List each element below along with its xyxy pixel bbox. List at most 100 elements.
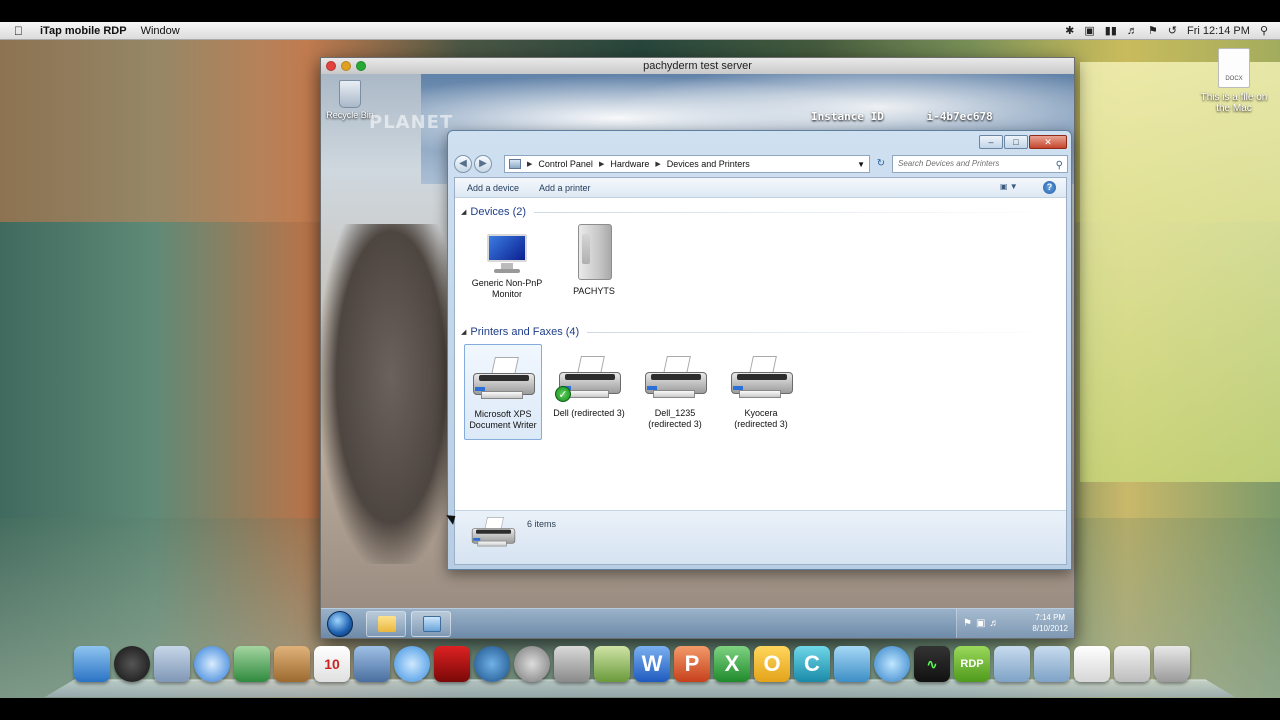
dock-icons: 10 W P X O C ∿ RDP (74, 646, 1190, 682)
docx-badge: DOCX (1225, 76, 1243, 82)
volume-icon[interactable]: ♬ (1127, 25, 1138, 37)
printer-label: Microsoft XPS Document Writer (469, 409, 537, 430)
rdp-titlebar[interactable]: pachyderm test server (321, 58, 1074, 74)
lync-icon[interactable] (834, 646, 870, 682)
keyboard-icon[interactable] (1114, 646, 1150, 682)
facetime-icon[interactable] (234, 646, 270, 682)
system-preferences-icon[interactable] (514, 646, 550, 682)
collapse-icon[interactable]: ◢ (461, 328, 466, 336)
spotlight-icon[interactable]: ⚲ (1260, 24, 1268, 37)
chevron-right-icon[interactable]: ▶ (655, 160, 660, 168)
group-divider (534, 211, 1057, 213)
flag-icon[interactable]: ⚑ (1148, 24, 1158, 37)
default-printer-check-icon: ✓ (555, 386, 571, 402)
close-button[interactable]: ✕ (1029, 135, 1067, 149)
dashboard-icon[interactable] (114, 646, 150, 682)
printer-dell-1235[interactable]: Dell_1235 (redirected 3) (636, 356, 714, 430)
maximize-button[interactable]: □ (1004, 135, 1028, 149)
taskbar-clock[interactable]: 7:14 PM 8/10/2012 (1032, 612, 1068, 634)
powerpoint-icon[interactable]: P (674, 646, 710, 682)
installer-icon[interactable] (554, 646, 590, 682)
taskbar-explorer-button[interactable] (366, 611, 406, 637)
help-icon[interactable]: ? (1043, 181, 1056, 194)
taskbar-devices-button[interactable] (411, 611, 451, 637)
forward-button[interactable]: ▶ (474, 155, 492, 173)
app-menu[interactable]: iTap mobile RDP (40, 25, 127, 37)
collapse-icon[interactable]: ◢ (461, 208, 466, 216)
desktop-docx-file[interactable]: DOCX This is a file on the Mac (1196, 48, 1272, 114)
minimize-icon[interactable] (341, 61, 351, 71)
printer-label: Kyocera (redirected 3) (734, 408, 788, 429)
windows-taskbar: ⚑▣♬ 7:14 PM 8/10/2012 (321, 608, 1074, 638)
breadcrumb-devices-printers[interactable]: Devices and Printers (667, 159, 750, 169)
time-machine-icon[interactable] (474, 646, 510, 682)
itunes-icon[interactable] (394, 646, 430, 682)
mac-menubar:  iTap mobile RDP Window ✱ ▣ ▮▮ ♬ ⚑ ↺ Fr… (0, 22, 1280, 40)
printer-dell[interactable]: ✓ Dell (redirected 3) (550, 356, 628, 419)
folder-icon[interactable] (994, 646, 1030, 682)
file-icon[interactable] (1074, 646, 1110, 682)
printer-kyocera[interactable]: Kyocera (redirected 3) (722, 356, 800, 430)
display-icon[interactable]: ▣ (1084, 24, 1094, 37)
details-pane: 6 items (455, 510, 1066, 564)
photobooth-icon[interactable] (434, 646, 470, 682)
breadcrumb-hardware[interactable]: Hardware (610, 159, 649, 169)
tray-icons[interactable]: ⚑▣♬ (963, 618, 1003, 629)
instance-label: Instance ID (811, 110, 884, 123)
devices-group-header[interactable]: ◢ Devices (2) (461, 206, 1057, 218)
devices-printers-icon (469, 517, 516, 547)
preview-icon[interactable] (154, 646, 190, 682)
network-icon[interactable] (874, 646, 910, 682)
devices-group-title: Devices (2) (470, 206, 527, 218)
finder-icon[interactable] (74, 646, 110, 682)
recycle-bin[interactable]: Recycle Bin (325, 80, 375, 120)
add-printer-button[interactable]: Add a printer (539, 183, 591, 193)
address-bar[interactable]: ▶ Control Panel ▶ Hardware ▶ Devices and… (504, 155, 870, 173)
back-button[interactable]: ◀ (454, 155, 472, 173)
item-count: 6 items (527, 519, 557, 529)
search-input[interactable]: Search Devices and Printers ⚲ (892, 155, 1068, 173)
word-icon[interactable]: W (634, 646, 670, 682)
apple-menu-icon[interactable]:  (14, 24, 26, 38)
docx-file-label: This is a file on the Mac (1200, 92, 1268, 114)
printer-icon (469, 357, 537, 405)
iphoto-icon[interactable] (354, 646, 390, 682)
device-generic-monitor[interactable]: Generic Non-PnP Monitor (468, 224, 546, 300)
start-button[interactable] (327, 611, 353, 637)
address-book-icon[interactable] (274, 646, 310, 682)
window-menu[interactable]: Window (141, 25, 180, 37)
taskbar-date: 8/10/2012 (1032, 624, 1068, 633)
printer-icon (641, 356, 709, 404)
printers-group-header[interactable]: ◢ Printers and Faxes (4) (461, 326, 1057, 338)
breadcrumb-control-panel[interactable]: Control Panel (538, 159, 593, 169)
rdp-icon[interactable]: RDP (954, 646, 990, 682)
printer-microsoft-xps[interactable]: Microsoft XPS Document Writer (464, 344, 542, 440)
refresh-button[interactable]: ↻ (874, 155, 888, 173)
chevron-right-icon[interactable]: ▶ (527, 160, 532, 168)
ical-icon[interactable]: 10 (314, 646, 350, 682)
documents-icon[interactable] (1034, 646, 1070, 682)
battery-icon[interactable]: ▮▮ (1105, 24, 1117, 37)
activity-monitor-icon[interactable]: ∿ (914, 646, 950, 682)
chevron-down-icon[interactable]: ▼ (857, 160, 865, 169)
messenger-icon[interactable]: C (794, 646, 830, 682)
excel-icon[interactable]: X (714, 646, 750, 682)
trash-icon[interactable] (1154, 646, 1190, 682)
view-options-button[interactable]: ▣ ▼ (1000, 182, 1024, 194)
zoom-icon[interactable] (356, 61, 366, 71)
safari-icon[interactable] (194, 646, 230, 682)
search-icon[interactable]: ⚲ (1056, 158, 1063, 174)
chevron-right-icon[interactable]: ▶ (599, 160, 604, 168)
menubar-clock[interactable]: Fri 12:14 PM (1187, 25, 1250, 37)
device-pachyts[interactable]: PACHYTS (555, 224, 633, 297)
stickies-icon[interactable] (594, 646, 630, 682)
folder-icon (378, 616, 396, 632)
minimize-button[interactable]: – (979, 135, 1003, 149)
add-device-button[interactable]: Add a device (467, 183, 519, 193)
close-icon[interactable] (326, 61, 336, 71)
planet-logo: PLANET (369, 112, 454, 133)
instance-info: Instance ID i-4b7ec678 (811, 110, 1029, 123)
outlook-icon[interactable]: O (754, 646, 790, 682)
bluetooth-icon[interactable]: ✱ (1065, 24, 1074, 37)
timemachine-icon[interactable]: ↺ (1168, 24, 1177, 37)
